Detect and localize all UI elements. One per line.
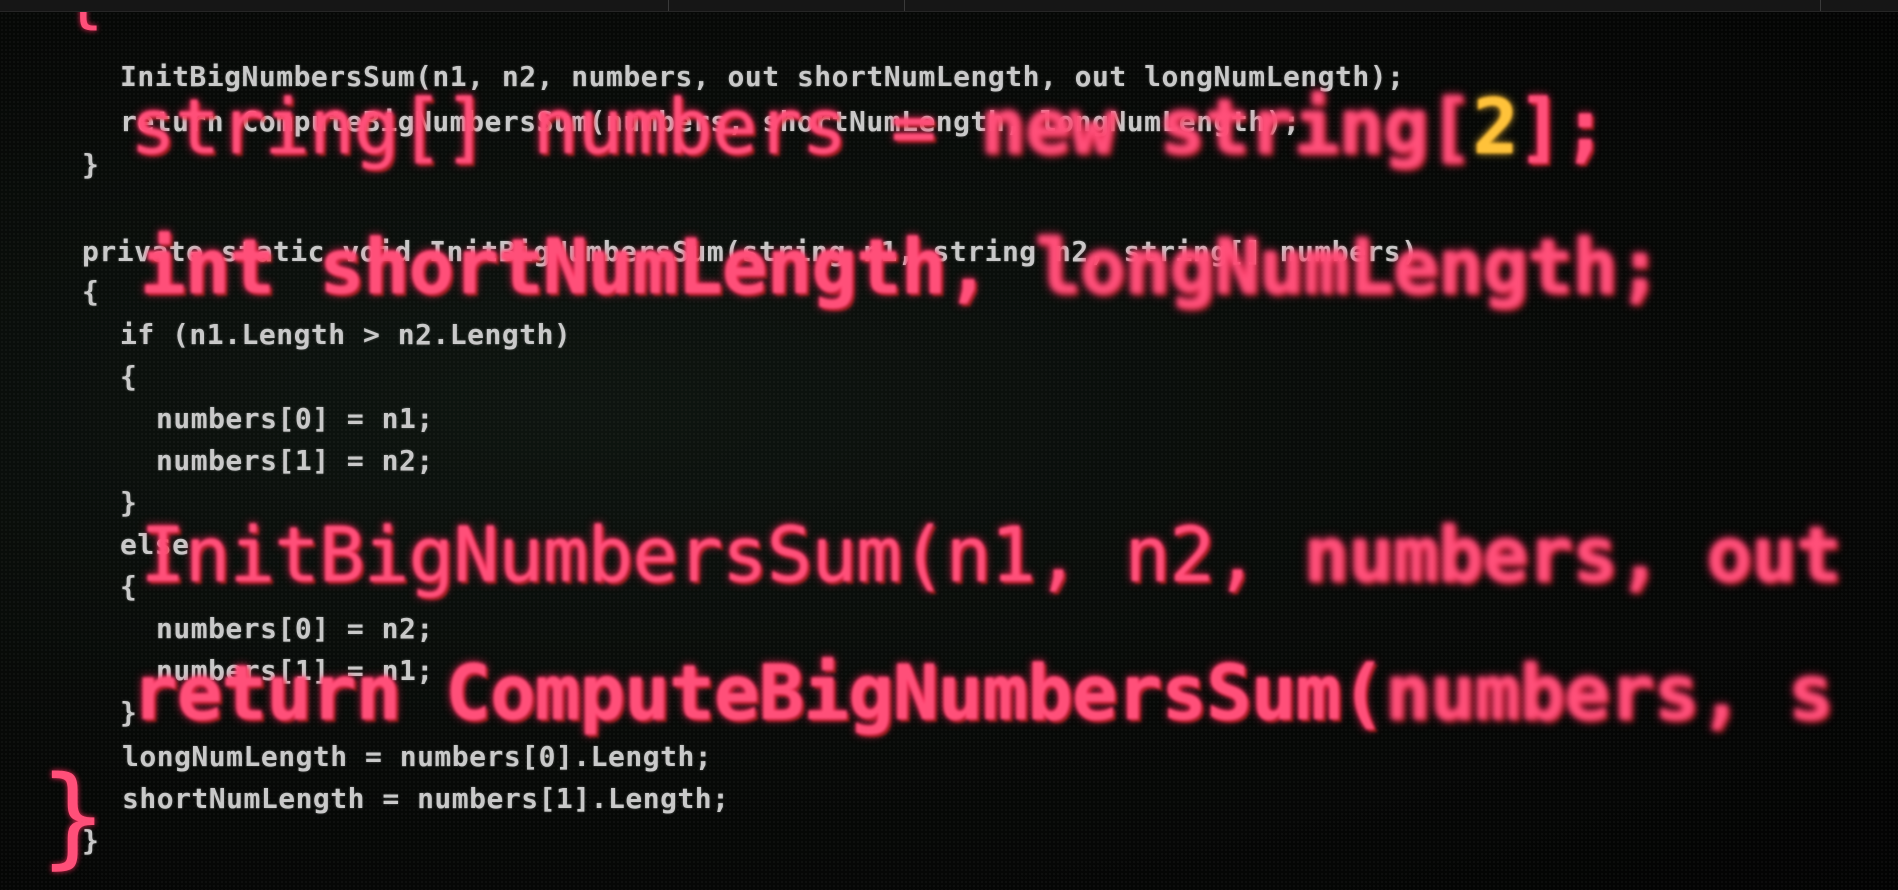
opening-brace-glow: { bbox=[62, 12, 104, 36]
code-line: numbers[0] = n2; bbox=[156, 612, 434, 645]
top-bar-divider bbox=[904, 0, 905, 11]
code-line: numbers[0] = n1; bbox=[156, 402, 434, 435]
glow-code-segment: numbers, out bbox=[1303, 510, 1842, 599]
glow-code-number: 2 bbox=[1472, 82, 1519, 171]
code-line: { bbox=[120, 360, 138, 393]
glow-code-line: int shortNumLength, longNumLength; bbox=[140, 222, 1663, 311]
top-bar-divider bbox=[1820, 0, 1821, 11]
closing-brace-glow: } bbox=[40, 752, 107, 880]
code-line: longNumLength = numbers[0].Length; bbox=[122, 740, 713, 773]
glow-code-line: InitBigNumbersSum(n1, n2, numbers, out bbox=[140, 510, 1842, 599]
code-line: } bbox=[82, 148, 100, 181]
glow-code-line: string[] numbers = new string[2]; bbox=[130, 82, 1608, 171]
code-line: shortNumLength = numbers[1].Length; bbox=[122, 782, 730, 815]
glow-code-segment: InitBigNumbersSum(n1, n2, bbox=[140, 510, 1304, 599]
code-line: numbers[1] = n2; bbox=[156, 444, 434, 477]
glow-code-segment: new string[ bbox=[980, 82, 1473, 171]
glow-code-segment: string[] numbers = bbox=[130, 82, 981, 171]
glow-code-segment: ]; bbox=[1517, 82, 1608, 171]
glow-code-segment: int shortNumLength, bbox=[140, 222, 1036, 311]
glow-code-segment: return ComputeBigNumbersSum( bbox=[132, 648, 1386, 737]
code-line: { bbox=[82, 275, 100, 308]
code-photo-scene: { InitBigNumbersSum(n1, n2, numbers, out… bbox=[0, 12, 1898, 890]
code-line: } bbox=[120, 486, 138, 519]
top-bar-divider bbox=[668, 0, 669, 11]
glow-code-segment: longNumLength; bbox=[1035, 222, 1663, 311]
glow-code-line: return ComputeBigNumbersSum(numbers, s bbox=[132, 648, 1834, 737]
top-window-bar bbox=[0, 0, 1898, 12]
code-line: { bbox=[120, 570, 138, 603]
code-line: if (n1.Length > n2.Length) bbox=[120, 318, 572, 351]
glow-code-segment: numbers, s bbox=[1385, 648, 1834, 737]
